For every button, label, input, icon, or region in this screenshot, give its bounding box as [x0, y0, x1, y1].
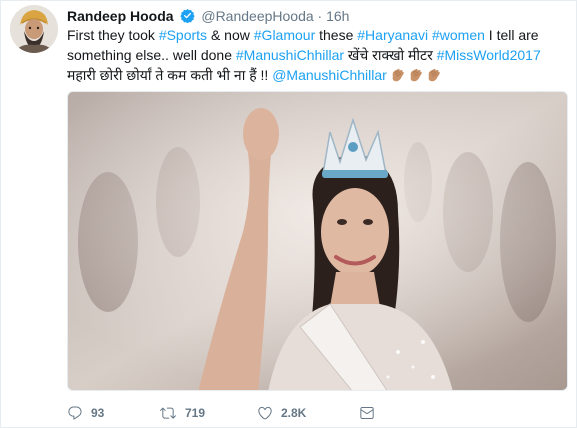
tweet-text-segment: these: [315, 27, 358, 43]
hashtag-link[interactable]: #ManushiChhillar: [236, 47, 344, 63]
envelope-icon: [359, 405, 375, 421]
tweet-text-segment: First they took: [67, 27, 159, 43]
tweet-photo[interactable]: [67, 91, 568, 391]
tweet-text-segment: something else.. well done: [67, 47, 236, 63]
hashtag-link[interactable]: #women: [432, 27, 485, 43]
tweet-text-segment: खेंचे राक्खो मीटर: [344, 47, 437, 63]
tweet-header: Randeep Hooda @RandeepHooda · 16h: [67, 7, 566, 25]
hashtag-link[interactable]: #Haryanavi: [357, 27, 428, 43]
tweet-text: First they took #Sports & now #Glamour t…: [67, 25, 567, 85]
tweet-text-line-1: First they took #Sports & now #Glamour t…: [67, 25, 567, 45]
tweet-actions: 93 719 2.8K: [67, 403, 497, 423]
like-count: 2.8K: [281, 406, 307, 420]
direct-message-button[interactable]: [359, 403, 375, 423]
heart-icon: [257, 405, 273, 421]
clapping-hands-icon: [390, 67, 405, 82]
reply-count: 93: [91, 406, 105, 420]
hashtag-link[interactable]: #MissWorld2017: [437, 47, 541, 63]
clapping-hands-icon: [426, 67, 441, 82]
retweet-count: 719: [185, 406, 206, 420]
retweet-button[interactable]: 719: [159, 403, 205, 423]
retweet-icon: [159, 405, 177, 421]
tweet-text-line-3: महारी छोरी छोर्यां ते कम कती भी ना हैं !…: [67, 65, 567, 85]
tweet-text-segment: I tell are: [484, 27, 539, 43]
author-handle[interactable]: @RandeepHooda: [201, 8, 313, 24]
hashtag-link[interactable]: #Glamour: [254, 27, 315, 43]
reply-icon: [67, 405, 83, 421]
mention-link[interactable]: @ManushiChhillar: [272, 67, 387, 83]
tweet-text-segment: महारी छोरी छोर्यां ते कम कती भी ना हैं !…: [67, 67, 273, 83]
separator-dot: ·: [317, 8, 323, 24]
author-name[interactable]: Randeep Hooda: [67, 8, 174, 24]
reply-button[interactable]: 93: [67, 403, 104, 423]
tweet-card[interactable]: Randeep Hooda @RandeepHooda · 16h First …: [0, 0, 577, 428]
clapping-hands-icon: [408, 67, 423, 82]
tweet-text-line-2: something else.. well done #ManushiChhil…: [67, 45, 567, 65]
hashtag-link[interactable]: #Sports: [159, 27, 207, 43]
avatar[interactable]: [10, 5, 58, 53]
tweet-text-segment: & now: [207, 27, 254, 43]
like-button[interactable]: 2.8K: [257, 403, 306, 423]
tweet-timestamp[interactable]: 16h: [326, 8, 349, 24]
